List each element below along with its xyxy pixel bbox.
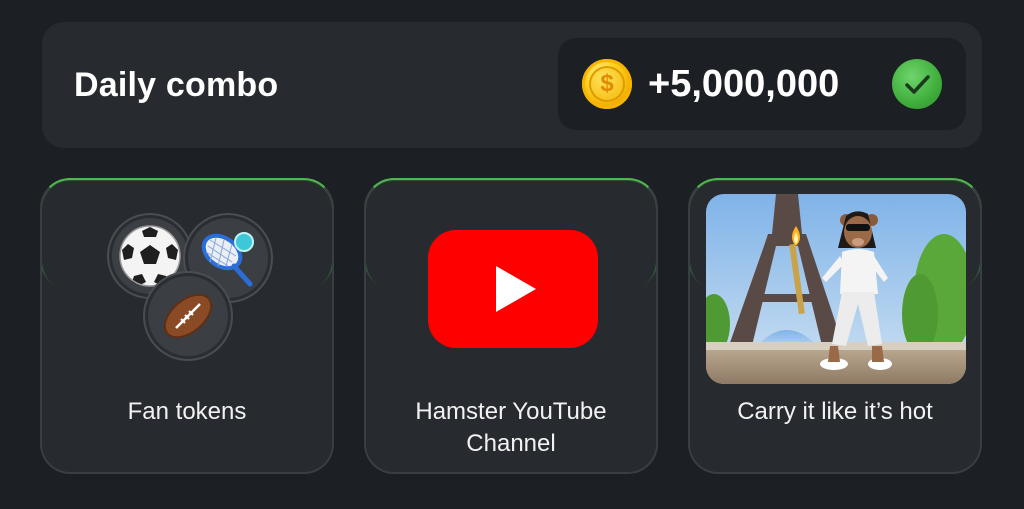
daily-combo-header: Daily combo $ +5,000,000 bbox=[42, 22, 982, 148]
combo-card-carry-it-like-its-hot[interactable]: Carry it like it’s hot bbox=[688, 178, 982, 474]
torch-hamster-paris-image bbox=[706, 194, 966, 384]
combo-card-hamster-youtube[interactable]: Hamster YouTube Channel bbox=[364, 178, 658, 474]
coin-icon: $ bbox=[582, 59, 632, 109]
card-label: Hamster YouTube Channel bbox=[415, 398, 607, 457]
card-label: Carry it like it’s hot bbox=[737, 398, 933, 425]
daily-combo-title: Daily combo bbox=[74, 66, 279, 104]
youtube-icon bbox=[428, 230, 598, 348]
reward-badge: $ +5,000,000 bbox=[558, 38, 966, 130]
coin-symbol: $ bbox=[589, 66, 625, 102]
check-icon bbox=[892, 59, 942, 109]
american-football-icon bbox=[148, 276, 228, 356]
reward-amount: +5,000,000 bbox=[648, 63, 840, 105]
card-label: Fan tokens bbox=[127, 398, 247, 425]
combo-card-fan-tokens[interactable]: Fan tokens bbox=[40, 178, 334, 474]
